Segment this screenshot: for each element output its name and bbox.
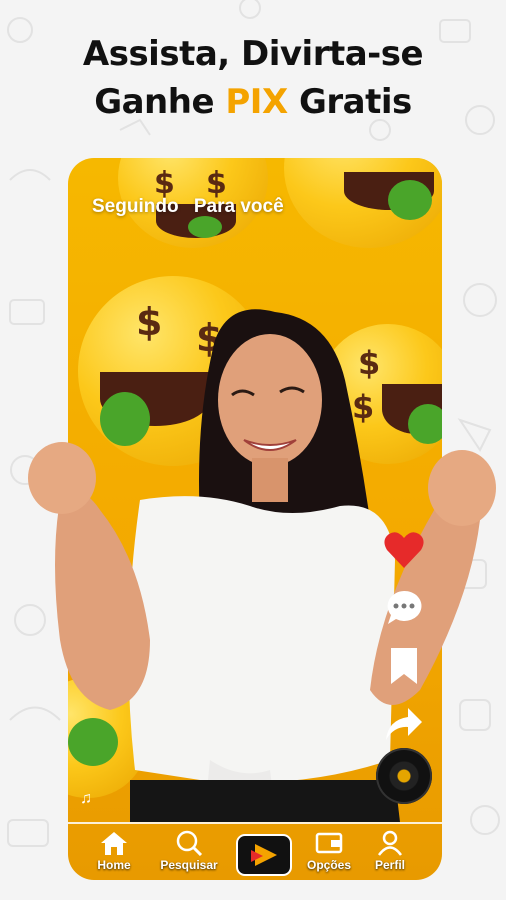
music-note-icon: ♫: [80, 790, 92, 807]
headline-prefix: Ganhe: [94, 82, 226, 122]
tab-options-label: Opções: [306, 858, 351, 872]
vinyl-disc-icon[interactable]: [376, 748, 432, 804]
tab-options[interactable]: Opções: [304, 830, 354, 872]
bottom-navigation: Home Pesquisar Opções Perfil: [68, 822, 442, 882]
headline-pix-accent: PIX: [225, 82, 288, 122]
bookmark-icon: [391, 648, 417, 684]
tab-search[interactable]: Pesquisar: [156, 830, 222, 872]
center-play-button[interactable]: [236, 834, 292, 876]
headline-line-1: Assista, Divirta-se: [82, 34, 424, 74]
share-button[interactable]: [382, 702, 426, 746]
tab-search-label: Pesquisar: [160, 858, 218, 872]
tab-home[interactable]: Home: [94, 830, 134, 872]
headline-suffix: Gratis: [287, 82, 412, 122]
wallet-icon: [315, 832, 343, 854]
tab-profile[interactable]: Perfil: [368, 830, 412, 872]
comments-button[interactable]: [382, 586, 426, 630]
money-emoji-right: $ $: [318, 324, 442, 464]
headline-line-2: Ganhe PIX Gratis: [0, 78, 506, 126]
promo-headline: Assista, Divirta-se Ganhe PIX Gratis: [0, 30, 506, 126]
save-button[interactable]: [382, 644, 426, 688]
heart-icon: [384, 532, 424, 568]
search-icon: [176, 830, 203, 856]
profile-icon: [377, 830, 403, 856]
chat-bubble-icon: [387, 590, 422, 624]
side-actions: [382, 528, 430, 760]
tab-home-label: Home: [97, 858, 131, 872]
tab-following[interactable]: Seguindo: [92, 196, 179, 217]
play-logo-icon: [251, 844, 277, 866]
tab-profile-label: Perfil: [374, 858, 405, 872]
money-emoji-top-right: [284, 158, 442, 248]
like-button[interactable]: [382, 528, 426, 572]
money-emoji-left: $ $: [78, 276, 268, 466]
share-arrow-icon: [386, 708, 422, 740]
tab-for-you[interactable]: Para você: [194, 196, 284, 217]
feed-tabs: Seguindo Para você: [92, 196, 294, 218]
money-emoji-bottom-left: [68, 678, 148, 798]
home-icon: [101, 832, 127, 855]
